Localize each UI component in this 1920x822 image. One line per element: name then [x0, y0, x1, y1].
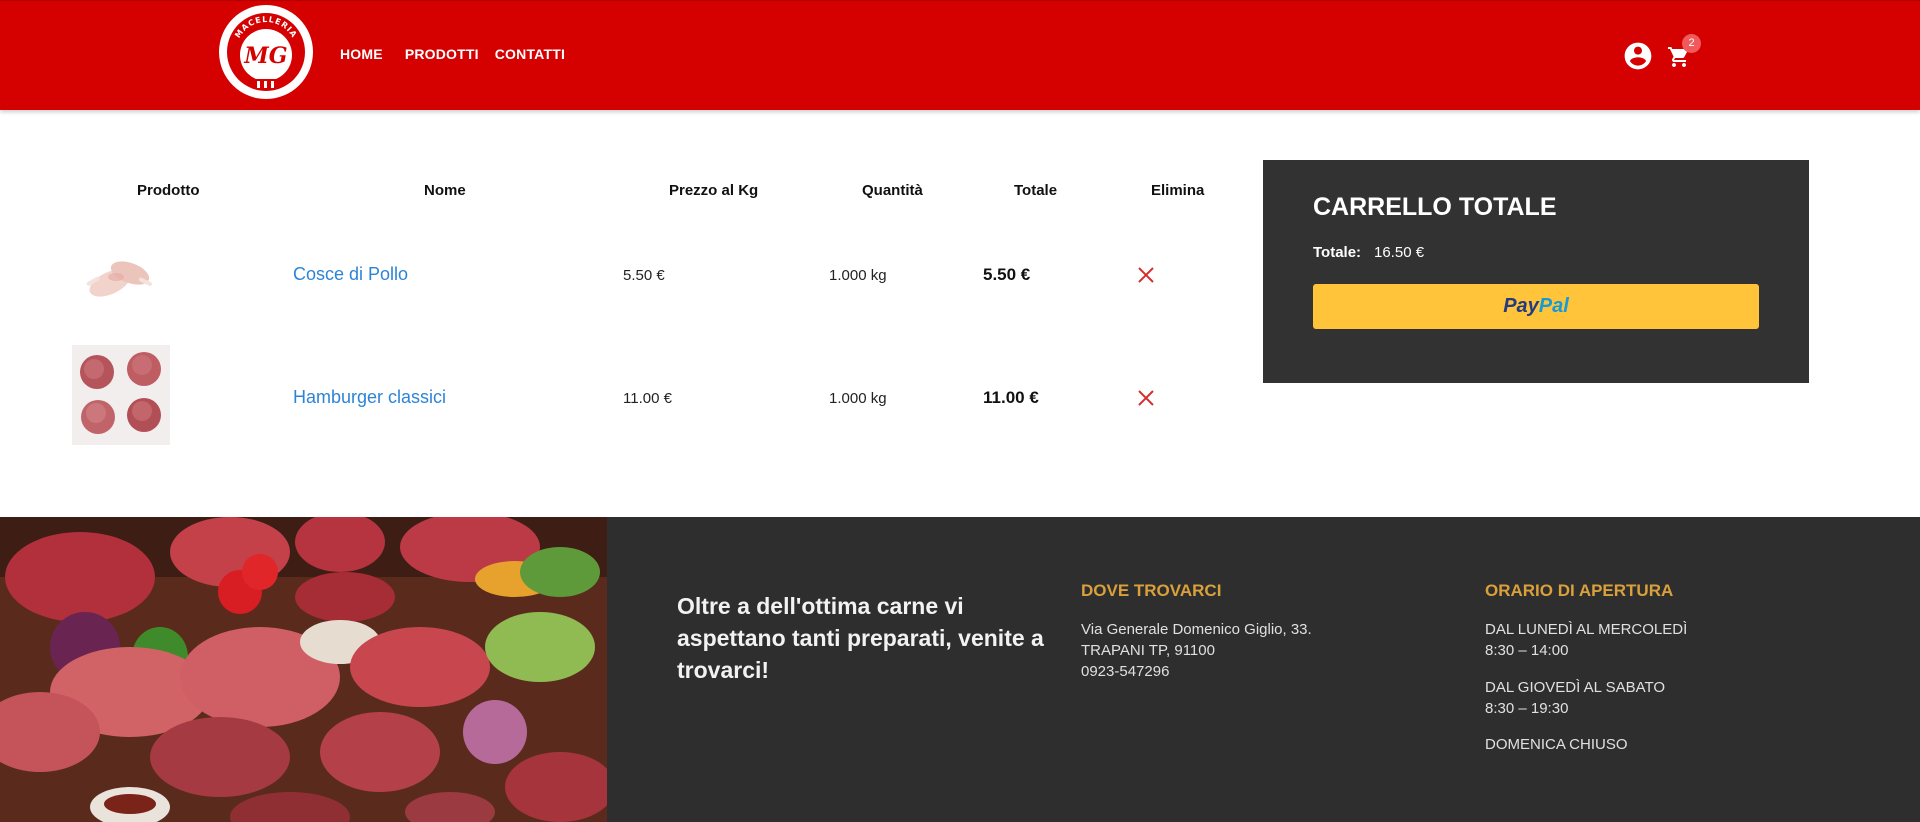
nav-prodotti[interactable]: PRODOTTI [405, 46, 479, 62]
delete-x-icon[interactable] [1136, 388, 1156, 408]
hours-sunday: DOMENICA CHIUSO [1485, 736, 1628, 753]
product-price: 5.50 € [623, 267, 665, 284]
meat-assortment-image [0, 517, 607, 822]
address-line: Via Generale Domenico Giglio, 33. [1081, 621, 1312, 638]
header-elimina: Elimina [1151, 182, 1205, 199]
nav-home[interactable]: HOME [340, 46, 383, 62]
header-quantita: Quantità [862, 182, 923, 199]
hours-time-1: 8:30 – 14:00 [1485, 642, 1569, 659]
cart-total-title: CARRELLO TOTALE [1313, 193, 1557, 221]
product-total: 11.00 € [983, 388, 1039, 407]
hours-days-2: DAL GIOVEDÌ AL SABATO [1485, 679, 1666, 696]
site-footer: Oltre a dell'ottima carne vi aspettano t… [0, 517, 1920, 822]
header-prodotto: Prodotto [137, 182, 200, 199]
delete-x-icon[interactable] [1136, 265, 1156, 285]
product-name-link[interactable]: Hamburger classici [293, 387, 446, 408]
footer-tagline: Oltre a dell'ottima carne vi aspettano t… [677, 593, 1044, 683]
where-title: DOVE TROVARCI [1081, 581, 1222, 600]
product-quantity[interactable]: 1.000 kg [829, 390, 887, 407]
header-totale: Totale [1014, 182, 1058, 199]
header-prezzo: Prezzo al Kg [669, 182, 759, 199]
paypal-logo-pal: Pal [1538, 295, 1569, 317]
table-row: Cosce di Pollo 5.50 € 1.000 kg 5.50 € [0, 225, 1240, 325]
header-nome: Nome [424, 182, 466, 199]
macelleria-logo[interactable]: MACELLERIA MG [219, 5, 313, 99]
city-line: TRAPANI TP, 91100 [1081, 642, 1215, 659]
product-price: 11.00 € [623, 390, 672, 407]
table-row: Hamburger classici 11.00 € 1.000 kg 11.0… [0, 345, 1240, 445]
total-value: 16.50 € [1374, 244, 1425, 261]
user-account-icon[interactable] [1622, 40, 1654, 72]
logo-monogram: MG [243, 43, 287, 69]
total-label: Totale: [1313, 244, 1362, 261]
hours-time-2: 8:30 – 19:30 [1485, 700, 1569, 717]
hours-days-1: DAL LUNEDÌ AL MERCOLEDÌ [1485, 621, 1688, 638]
main-nav: HOME PRODOTTI CONTATTI [340, 46, 565, 62]
product-image-hamburger[interactable] [72, 345, 170, 445]
nav-contatti[interactable]: CONTATTI [495, 46, 565, 62]
product-total: 5.50 € [983, 265, 1031, 284]
site-header: MACELLERIA MG HOME PRODOTTI CONTATTI 2 [0, 0, 1920, 110]
product-quantity[interactable]: 1.000 kg [829, 267, 887, 284]
paypal-checkout-button[interactable]: PayPal [1313, 284, 1759, 329]
cart-summary-panel: CARRELLO TOTALE Totale: 16.50 € PayPal [1263, 160, 1809, 383]
cart-count-badge: 2 [1682, 34, 1701, 53]
phone-line[interactable]: 0923-547296 [1081, 663, 1169, 680]
paypal-logo-pay: Pay [1503, 295, 1539, 317]
product-image-chicken[interactable] [72, 225, 170, 325]
hours-title: ORARIO DI APERTURA [1485, 581, 1674, 600]
product-name-link[interactable]: Cosce di Pollo [293, 264, 408, 285]
